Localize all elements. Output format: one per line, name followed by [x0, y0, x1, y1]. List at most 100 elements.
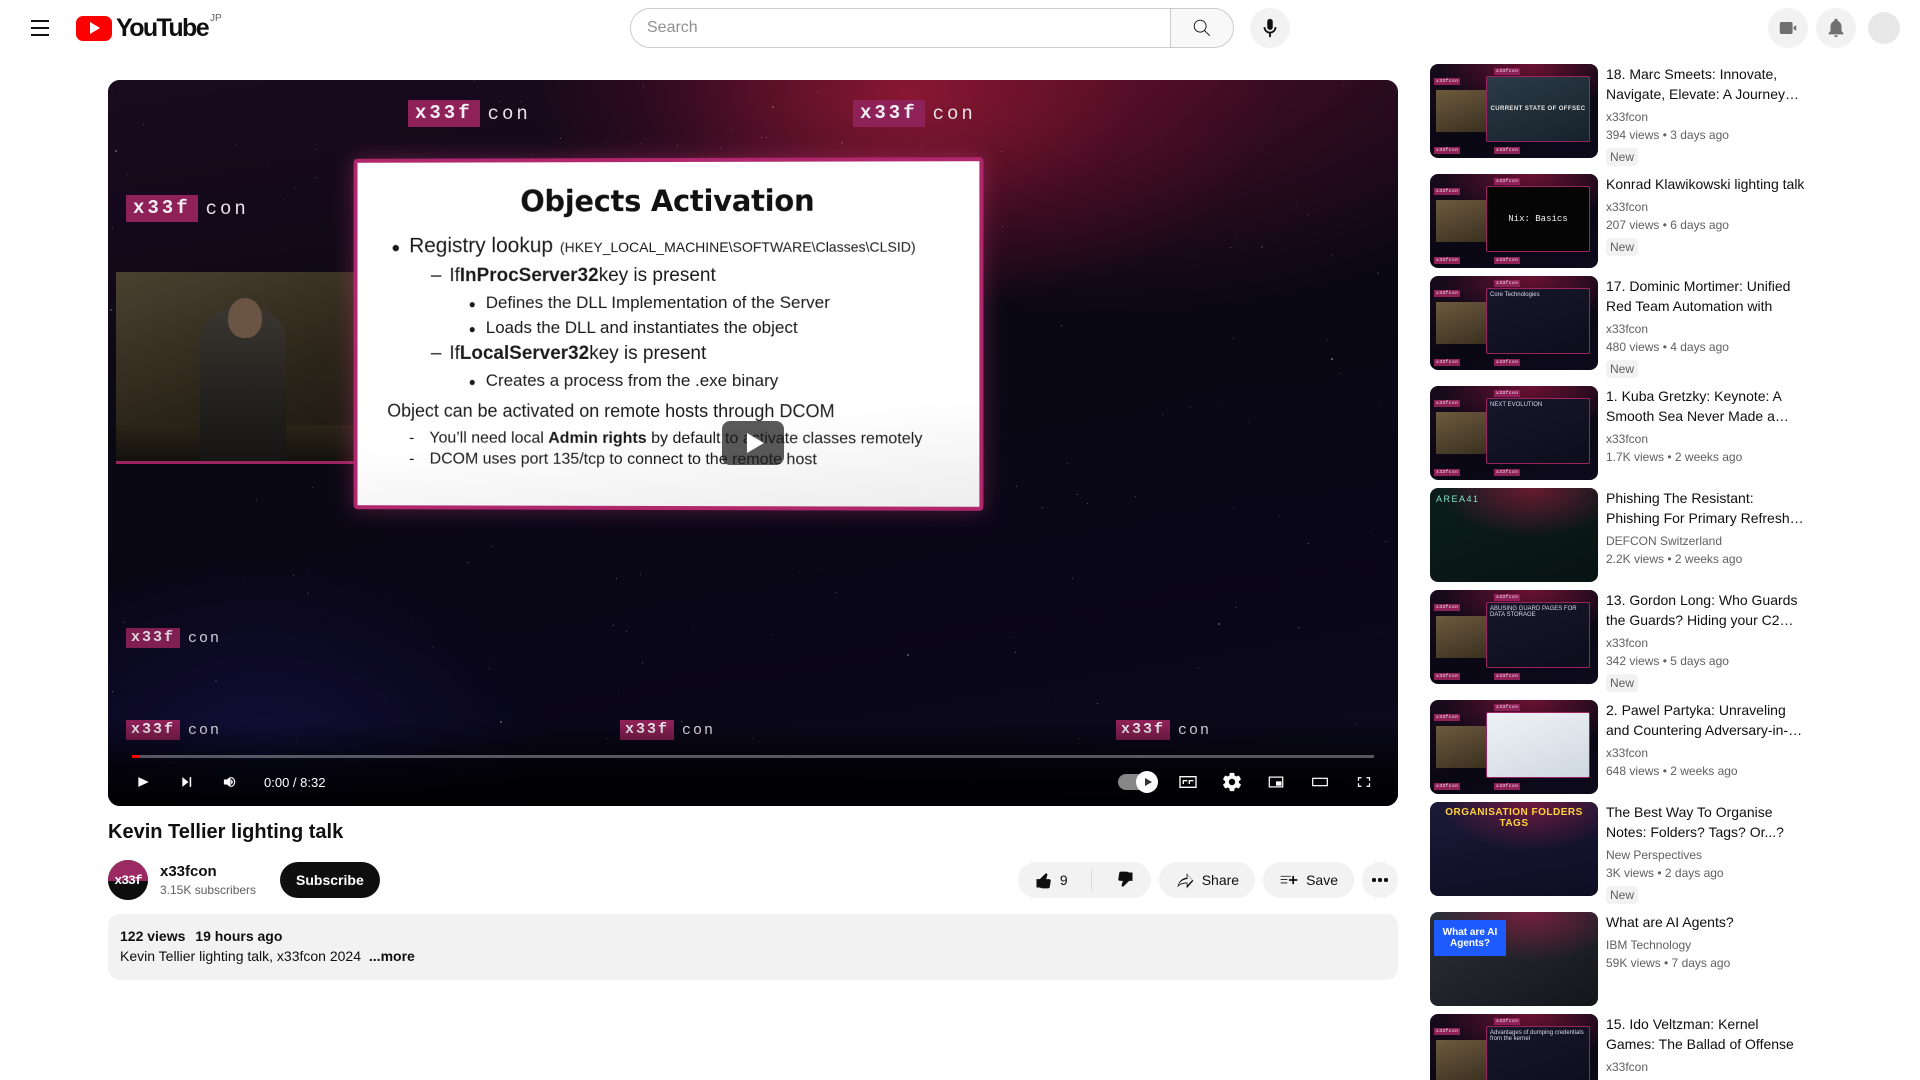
thumbnail-watermark: x33fcon	[1494, 783, 1521, 790]
more-dot	[1372, 878, 1376, 882]
dash-icon: –	[430, 342, 442, 364]
video-thumbnail[interactable]: x33fcon x33fcon x33fcon x33fcon CURRENT STAT…	[1430, 64, 1598, 158]
subscribe-button[interactable]: Subscribe	[280, 862, 380, 898]
recommendation-title[interactable]: Konrad Klawikowski lighting talk	[1606, 174, 1804, 194]
recommendation-title[interactable]: Phishing The Resistant: Phishing For Pri…	[1606, 488, 1808, 528]
recommendation-title[interactable]: 17. Dominic Mortimer: Unified Red Team A…	[1606, 276, 1808, 316]
thumbnail-watermark: x33fcon	[1494, 390, 1521, 397]
bell-icon	[1828, 18, 1844, 38]
miniplayer-icon	[1268, 776, 1284, 788]
recommendation-title[interactable]: 2. Pawel Partyka: Unraveling and Counter…	[1606, 700, 1808, 740]
recommendation-channel[interactable]: x33fcon	[1606, 1058, 1808, 1076]
description-more-button[interactable]: ...more	[369, 948, 415, 964]
thumbnail-slide-text: ORGANISATION FOLDERS TAGS	[1445, 807, 1583, 829]
list-item[interactable]: x33fcon x33fcon x33fcon x33fcon NEXT EVOLUTI…	[1430, 386, 1832, 480]
watermark-top-center: x33f con	[408, 100, 531, 127]
autoplay-toggle[interactable]	[1118, 771, 1158, 793]
recommendation-title[interactable]: What are AI Agents?	[1606, 912, 1734, 932]
video-thumbnail[interactable]: x33fconx33fconx33fconx33fconAdvantages o…	[1430, 1014, 1598, 1080]
recommendation-title[interactable]: 15. Ido Veltzman: Kernel Games: The Ball…	[1606, 1014, 1808, 1054]
list-item[interactable]: What are AI Agents? What are AI Agents? IB…	[1430, 912, 1832, 1006]
description-text-row: Kevin Tellier lighting talk, x33fcon 202…	[120, 946, 1386, 966]
video-thumbnail[interactable]: x33fcon x33fcon x33fcon x33fcon Nix: Basics	[1430, 174, 1598, 268]
watermark-word: con	[487, 102, 531, 125]
settings-button[interactable]	[1210, 758, 1254, 806]
recommendation-channel[interactable]: IBM Technology	[1606, 936, 1734, 954]
list-item[interactable]: x33fcon x33fcon x33fcon x33fcon 2. Pawel Par…	[1430, 700, 1832, 794]
presentation-slide: Objects Activation ● Registry lookup (HK…	[353, 157, 984, 511]
closed-captions-icon	[1179, 776, 1197, 788]
miniplayer-button[interactable]	[1254, 758, 1298, 806]
recommendation-title[interactable]: The Best Way To Organise Notes: Folders?…	[1606, 802, 1808, 842]
recommendation-channel[interactable]: x33fcon	[1606, 198, 1804, 216]
play-overlay-button[interactable]	[722, 421, 784, 465]
list-item[interactable]: x33fcon x33fcon x33fcon x33fcon ABUSING GUAR…	[1430, 590, 1832, 692]
recommendation-channel[interactable]: x33fcon	[1606, 430, 1808, 448]
video-player[interactable]: x33f con x33f con x33f con x33f con x33f…	[108, 80, 1398, 806]
video-thumbnail[interactable]: x33fcon x33fcon x33fcon x33fcon ABUSING GUAR…	[1430, 590, 1598, 684]
recommendation-channel[interactable]: x33fcon	[1606, 108, 1808, 126]
watermark-left: x33f con	[126, 195, 249, 222]
recommendation-channel[interactable]: x33fcon	[1606, 320, 1808, 338]
save-button[interactable]: Save	[1263, 862, 1354, 898]
captions-button[interactable]	[1166, 758, 1210, 806]
play-button[interactable]	[120, 758, 164, 806]
list-item[interactable]: ORGANISATION FOLDERS TAGS The Best Way To…	[1430, 802, 1832, 904]
dislike-button[interactable]	[1099, 862, 1151, 898]
share-button[interactable]: Share	[1158, 862, 1256, 898]
theater-mode-button[interactable]	[1298, 758, 1342, 806]
volume-button[interactable]	[208, 758, 252, 806]
channel-name[interactable]: x33fcon	[160, 862, 256, 882]
search-box[interactable]	[630, 8, 1170, 48]
video-thumbnail[interactable]: AREA41	[1430, 488, 1598, 582]
avatar[interactable]: x33f	[108, 860, 148, 900]
next-video-button[interactable]	[164, 758, 208, 806]
slide-dash-1-bold: Admin rights	[548, 429, 647, 447]
search-button[interactable]	[1170, 8, 1234, 48]
thumbnail-watermark: x33fcon	[1434, 147, 1461, 154]
hamburger-icon[interactable]	[20, 8, 60, 48]
dash-icon: -	[409, 450, 415, 468]
notifications-button[interactable]	[1816, 8, 1856, 48]
recommendation-title[interactable]: 13. Gordon Long: Who Guards the Guards? …	[1606, 590, 1808, 630]
thumbnail-watermark: x33fcon	[1434, 1028, 1461, 1035]
recommendation-channel[interactable]: x33fcon	[1606, 744, 1808, 762]
list-item[interactable]: x33fcon x33fcon x33fcon x33fcon CURRENT STAT…	[1430, 64, 1832, 166]
thumbnail-slide-text: CURRENT STATE OF OFFSEC	[1486, 76, 1590, 142]
thumbnail-slide-text: AREA41	[1436, 494, 1480, 504]
video-thumbnail[interactable]: x33fcon x33fcon x33fcon x33fcon	[1430, 700, 1598, 794]
thumbnail-speaker	[1436, 412, 1486, 454]
video-thumbnail[interactable]: x33fcon x33fcon x33fcon x33fcon Core Technol…	[1430, 276, 1598, 370]
recommendation-title[interactable]: 18. Marc Smeets: Innovate, Navigate, Ele…	[1606, 64, 1808, 104]
microphone-icon	[1263, 18, 1277, 38]
video-thumbnail[interactable]: x33fcon x33fcon x33fcon x33fcon NEXT EVOLUTI…	[1430, 386, 1598, 480]
search-input[interactable]	[647, 19, 1170, 37]
theater-mode-icon	[1312, 777, 1328, 787]
watermark-mid-left: x33f con	[126, 628, 221, 648]
account-avatar[interactable]	[1868, 12, 1900, 44]
thumbnail-watermark: x33fcon	[1494, 178, 1521, 185]
youtube-logo[interactable]: YouTube JP	[76, 13, 222, 41]
like-button[interactable]: 9	[1018, 862, 1084, 898]
list-item[interactable]: x33fcon x33fcon x33fcon x33fcon Core Technol…	[1430, 276, 1832, 378]
thumbnail-watermark: x33fcon	[1494, 704, 1521, 711]
video-thumbnail[interactable]: What are AI Agents?	[1430, 912, 1598, 1006]
recommendation-channel[interactable]: x33fcon	[1606, 634, 1808, 652]
voice-search-button[interactable]	[1250, 8, 1290, 48]
recommendation-channel[interactable]: DEFCON Switzerland	[1606, 532, 1808, 550]
description-box[interactable]: 122 views 19 hours ago Kevin Tellier lig…	[108, 914, 1398, 980]
create-video-button[interactable]	[1768, 8, 1808, 48]
recommendation-channel[interactable]: New Perspectives	[1606, 846, 1808, 864]
more-actions-button[interactable]	[1362, 862, 1398, 898]
masthead: YouTube JP	[0, 0, 1920, 56]
recommendation-title[interactable]: 1. Kuba Gretzky: Keynote: A Smooth Sea N…	[1606, 386, 1808, 426]
video-thumbnail[interactable]: ORGANISATION FOLDERS TAGS	[1430, 802, 1598, 896]
slide-sub1-pre: If	[449, 265, 460, 287]
gear-icon	[1223, 772, 1241, 792]
thumbnail-slide-text: Core Technologies	[1486, 288, 1590, 354]
list-item[interactable]: AREA41 Phishing The Resistant: Phishing F…	[1430, 488, 1832, 582]
fullscreen-button[interactable]	[1342, 758, 1386, 806]
recommendation-meta: 480 views • 4 days ago	[1606, 340, 1729, 354]
list-item[interactable]: x33fcon x33fcon x33fcon x33fcon Nix: Basics K…	[1430, 174, 1832, 268]
list-item[interactable]: x33fconx33fconx33fconx33fconAdvantages o…	[1430, 1014, 1832, 1080]
